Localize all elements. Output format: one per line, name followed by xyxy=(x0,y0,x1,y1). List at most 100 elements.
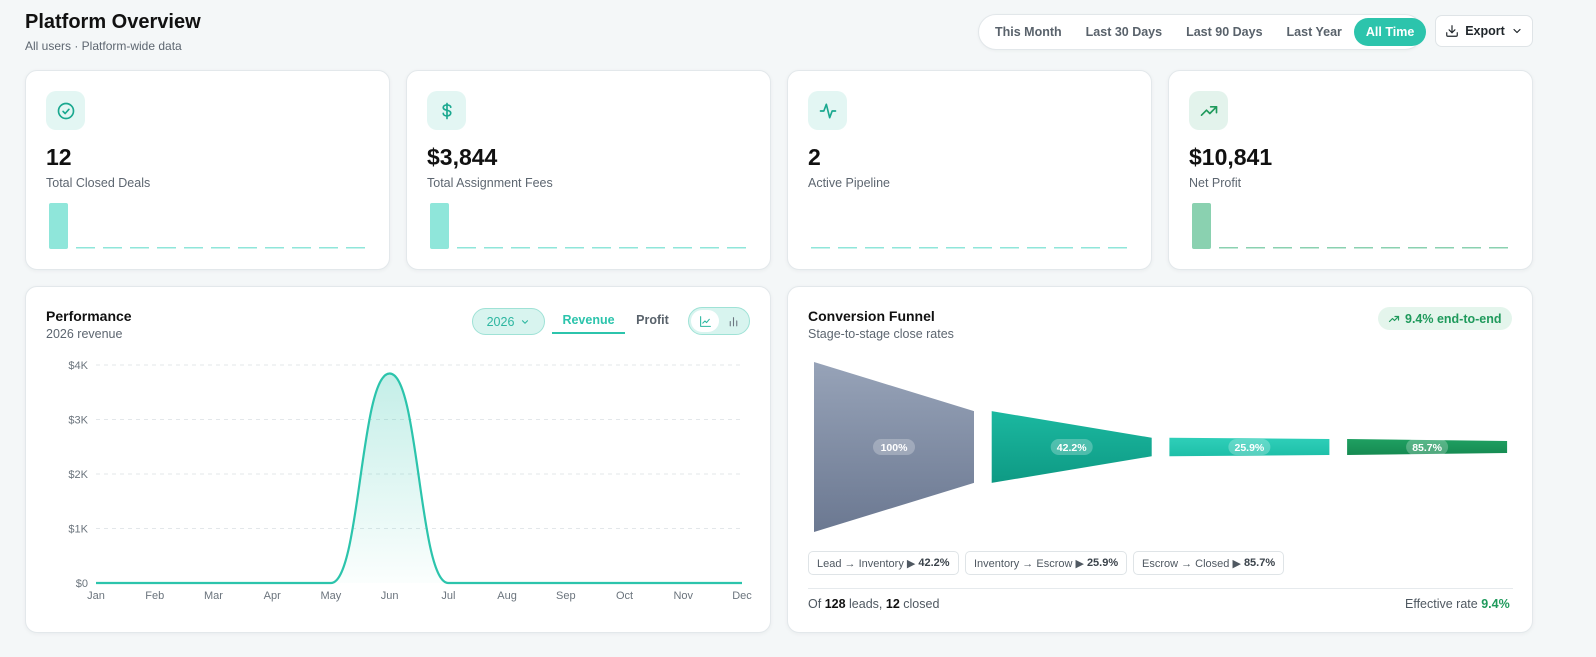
spark-bar xyxy=(865,247,884,249)
spark-bar xyxy=(346,247,365,249)
dollar-icon xyxy=(427,91,466,130)
sparkline xyxy=(49,203,365,249)
spark-bar xyxy=(1192,203,1211,249)
funnel-pct-label: 100% xyxy=(881,442,909,454)
spark-bar xyxy=(1273,247,1292,249)
summary-leads-label: leads, xyxy=(849,597,883,611)
x-tick-label: Nov xyxy=(673,590,693,602)
spark-bar xyxy=(919,247,938,249)
y-tick-label: $1K xyxy=(68,524,88,536)
y-tick-label: $3K xyxy=(68,415,88,427)
bar-chart-view-button[interactable] xyxy=(719,310,747,332)
range-all-time[interactable]: All Time xyxy=(1353,18,1427,46)
spark-bar xyxy=(1435,247,1454,249)
summary-of: Of xyxy=(808,597,822,611)
spark-bar xyxy=(1408,247,1427,249)
y-tick-label: $0 xyxy=(76,578,88,590)
spark-bar xyxy=(511,247,530,249)
stat-value: 2 xyxy=(808,144,821,170)
stat-value: 12 xyxy=(46,144,72,170)
performance-title: Performance xyxy=(46,308,132,324)
spark-bar xyxy=(619,247,638,249)
spark-bar xyxy=(130,247,149,249)
transition-value: 85.7% xyxy=(1243,557,1276,569)
spark-bar xyxy=(673,247,692,249)
spark-bar xyxy=(211,247,230,249)
sparkline xyxy=(811,247,1127,249)
x-tick-label: May xyxy=(321,590,342,602)
range-last-30-days[interactable]: Last 30 Days xyxy=(1074,18,1174,46)
year-value: 2026 xyxy=(486,314,515,329)
effective-rate: Effective rate 9.4% xyxy=(1405,597,1510,611)
activity-icon xyxy=(808,91,847,130)
page-title: Platform Overview xyxy=(25,11,201,33)
end-to-end-badge: 9.4% end-to-end xyxy=(1378,307,1512,330)
x-tick-label: Apr xyxy=(264,590,281,602)
tab-profit[interactable]: Profit xyxy=(630,308,675,334)
bar-chart-icon xyxy=(729,316,737,326)
spark-bar xyxy=(838,247,857,249)
spark-bar xyxy=(1108,247,1127,249)
end-to-end-value: 9.4% end-to-end xyxy=(1405,311,1502,326)
line-chart-icon xyxy=(699,315,711,327)
spark-bar xyxy=(1381,247,1400,249)
range-this-month[interactable]: This Month xyxy=(983,18,1074,46)
year-select[interactable]: 2026 xyxy=(472,308,545,335)
x-tick-label: Mar xyxy=(204,590,223,602)
funnel-title: Conversion Funnel xyxy=(808,308,935,324)
check-circle-icon xyxy=(46,91,85,130)
transition-label: Lead → Inventory ▶ xyxy=(817,557,916,570)
transition-value: 42.2% xyxy=(918,557,950,569)
spark-bar xyxy=(1246,247,1265,249)
transition-chip: Inventory → Escrow ▶ 25.9% xyxy=(965,551,1128,575)
summary-leads-count: 128 xyxy=(824,597,846,611)
spark-bar xyxy=(1219,247,1238,249)
spark-bar xyxy=(1054,247,1073,249)
stat-card-closed-deals: 12 Total Closed Deals xyxy=(25,70,390,270)
y-tick-label: $2K xyxy=(68,469,88,481)
stat-card-assignment-fees: $3,844 Total Assignment Fees xyxy=(406,70,771,270)
spark-bar xyxy=(49,203,68,249)
x-tick-label: Dec xyxy=(732,590,752,602)
spark-bar xyxy=(1300,247,1319,249)
stat-label: Active Pipeline xyxy=(808,176,890,190)
spark-bar xyxy=(103,247,122,249)
funnel-divider xyxy=(808,588,1513,589)
chart-view-toggle xyxy=(688,307,750,335)
spark-bar xyxy=(319,247,338,249)
chevron-down-icon xyxy=(522,319,529,324)
date-range-selector: This Month Last 30 Days Last 90 Days Las… xyxy=(978,14,1427,50)
transition-label: Inventory → Escrow ▶ xyxy=(974,557,1084,570)
spark-bar xyxy=(592,247,611,249)
spark-bar xyxy=(157,247,176,249)
spark-bar xyxy=(1027,247,1046,249)
spark-bar xyxy=(892,247,911,249)
transition-label: Escrow → Closed ▶ xyxy=(1142,557,1241,570)
spark-bar xyxy=(457,247,476,249)
page-subtitle: All users · Platform-wide data xyxy=(25,39,182,53)
stat-label: Total Closed Deals xyxy=(46,176,151,190)
trending-up-icon xyxy=(1388,315,1400,322)
effective-rate-label: Effective rate xyxy=(1405,597,1478,611)
range-last-year[interactable]: Last Year xyxy=(1275,18,1354,46)
stat-value: $10,841 xyxy=(1189,144,1273,170)
stat-card-net-profit: $10,841 Net Profit xyxy=(1168,70,1533,270)
spark-bar xyxy=(1081,247,1100,249)
x-tick-label: Sep xyxy=(556,590,576,602)
range-last-90-days[interactable]: Last 90 Days xyxy=(1174,18,1274,46)
line-chart-view-button[interactable] xyxy=(691,310,719,332)
spark-bar xyxy=(1000,247,1019,249)
export-button[interactable]: Export xyxy=(1435,15,1533,47)
spark-bar xyxy=(430,203,449,249)
sparkline xyxy=(1192,203,1508,249)
x-tick-label: Jun xyxy=(381,590,399,602)
spark-bar xyxy=(1327,247,1346,249)
x-tick-label: Jul xyxy=(441,590,455,602)
summary-closed-label: closed xyxy=(903,597,940,611)
download-icon xyxy=(1446,25,1459,37)
spark-bar xyxy=(238,247,257,249)
effective-rate-value: 9.4% xyxy=(1481,597,1510,611)
tab-revenue[interactable]: Revenue xyxy=(552,308,625,334)
x-tick-label: Jan xyxy=(87,590,105,602)
y-tick-label: $4K xyxy=(68,360,88,372)
